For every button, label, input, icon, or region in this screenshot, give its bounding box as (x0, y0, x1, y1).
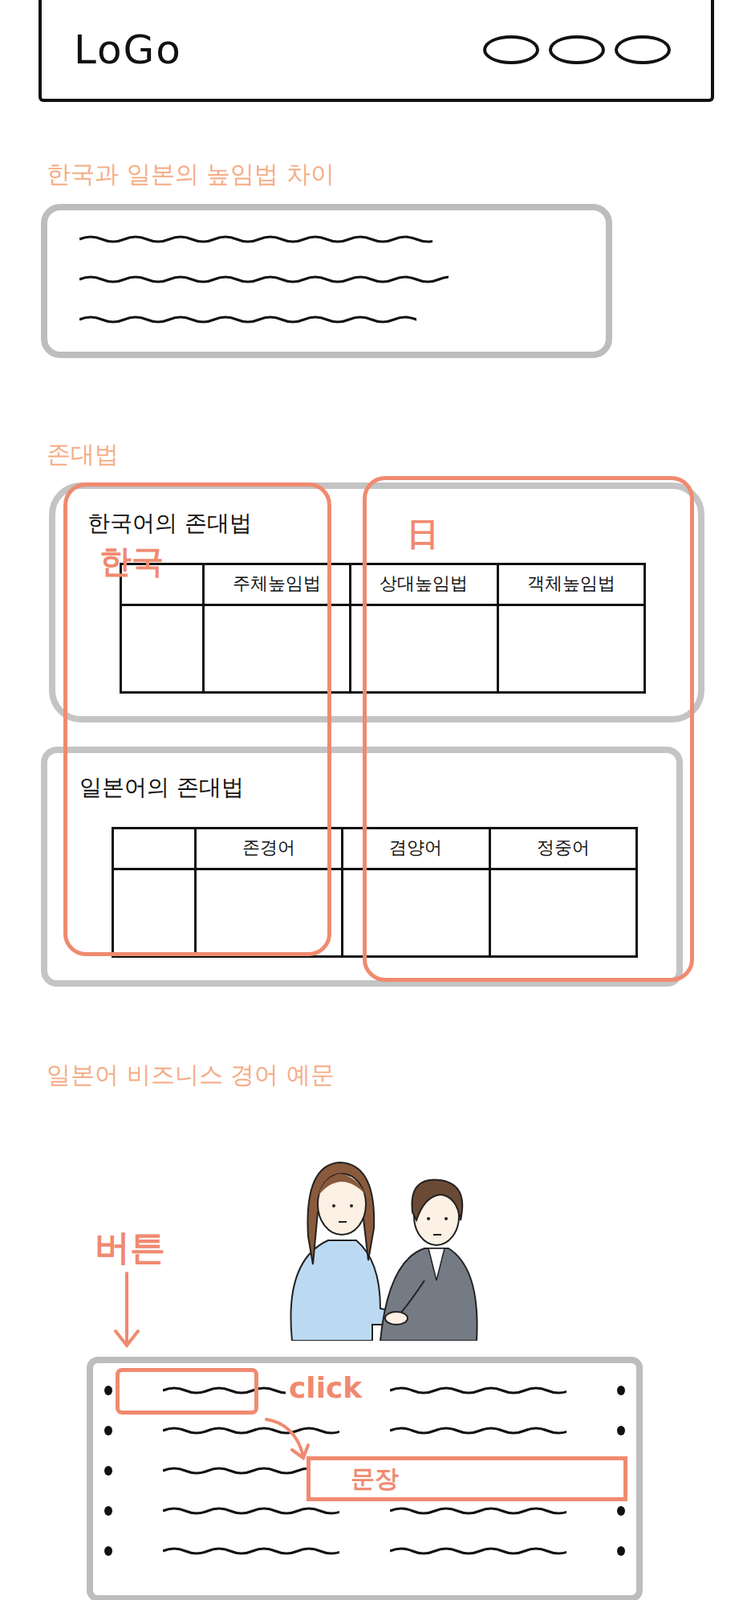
annotation-label: 日 (406, 511, 439, 557)
nav-item[interactable] (548, 35, 605, 65)
honorifics-section: 한국어의 존대법 주체높임법상대높임법객체높임법 일본어의 존대법 존경어겸양어… (0, 482, 747, 995)
column-header: 존경어 (194, 828, 342, 868)
annotation-label: 문장 (350, 1461, 399, 1495)
text-placeholder (389, 1420, 567, 1440)
example-list: click 문장 (86, 1355, 643, 1600)
column-header: 겸양어 (341, 828, 488, 868)
text-box (40, 203, 613, 358)
card-title: 일본어의 존대법 (79, 771, 645, 803)
bullet-dot (104, 1384, 113, 1395)
logo[interactable]: LoGo (73, 26, 183, 74)
card-title: 한국어의 존대법 (87, 507, 666, 539)
toggle-button[interactable] (115, 1367, 259, 1414)
column-header: 상대높임법 (349, 564, 496, 604)
example-row (104, 1540, 626, 1560)
bullet-dot (617, 1545, 626, 1555)
table-cell (194, 869, 342, 955)
text-placeholder (389, 1500, 567, 1520)
column-header: 주체높임법 (202, 564, 350, 604)
bullet-dot (617, 1424, 626, 1435)
header: LoGo (38, 0, 715, 102)
text-placeholder (79, 229, 433, 249)
nav-item[interactable] (614, 35, 671, 65)
annotation-label: 한국 (99, 539, 164, 584)
bullet-dot (617, 1384, 626, 1395)
example-row (104, 1500, 626, 1520)
table-cell (496, 605, 644, 691)
text-placeholder (389, 1540, 567, 1560)
examples-section: 버튼 click 문장 (0, 1091, 747, 1600)
table-cell (121, 605, 203, 691)
text-placeholder (162, 1420, 340, 1440)
page: LoGo 한국과 일본의 높임법 차이 존대법 한국어의 존대법 주체높임법상대… (0, 0, 747, 1600)
honorific-card: 한국어의 존대법 주체높임법상대높임법객체높임법 (48, 482, 705, 723)
table-cell (341, 869, 488, 955)
honorific-table: 존경어겸양어정중어 (111, 826, 638, 958)
arrow-down-icon (110, 1270, 143, 1352)
section-title: 존대법 (0, 438, 747, 471)
annotation-frame: 한국 (63, 482, 332, 956)
bullet-dot (104, 1424, 113, 1435)
section-title: 일본어 비즈니스 경어 예문 (0, 1058, 747, 1092)
arrow-icon (263, 1415, 312, 1464)
nav-item[interactable] (483, 35, 540, 65)
annotation-label: 버튼 (94, 1223, 166, 1271)
column-header (113, 828, 195, 868)
honorific-card: 일본어의 존대법 존경어겸양어정중어 (40, 746, 683, 987)
click-annotation: click (285, 1370, 366, 1404)
table-header: 존경어겸양어정중어 (113, 828, 636, 870)
text-placeholder (79, 269, 449, 289)
column-header: 객체높임법 (496, 564, 644, 604)
table-cell (488, 869, 636, 955)
section-title: 한국과 일본의 높임법 차이 (0, 158, 747, 191)
nav-menu (483, 35, 671, 65)
text-placeholder (79, 309, 417, 329)
example-row (104, 1420, 626, 1440)
table-header: 주체높임법상대높임법객체높임법 (121, 564, 644, 606)
table-cell (202, 605, 350, 691)
handshake-illustration (259, 1139, 485, 1340)
table-row (121, 605, 644, 691)
text-placeholder (162, 1500, 340, 1520)
bullet-dot (617, 1505, 626, 1515)
bullet-dot (104, 1465, 113, 1475)
table-cell (113, 869, 195, 955)
annotation-frame: 日 (362, 475, 695, 982)
text-placeholder (162, 1540, 340, 1560)
honorific-table: 주체높임법상대높임법객체높임법 (119, 562, 646, 694)
bullet-dot (104, 1505, 113, 1515)
bullet-dot (104, 1545, 113, 1555)
sentence-box: 문장 (306, 1455, 628, 1501)
table-row (113, 869, 636, 955)
table-cell (349, 605, 496, 691)
text-placeholder (389, 1380, 567, 1400)
column-header (121, 564, 203, 604)
column-header: 정중어 (488, 828, 636, 868)
button-annotation: 버튼 (94, 1223, 166, 1352)
